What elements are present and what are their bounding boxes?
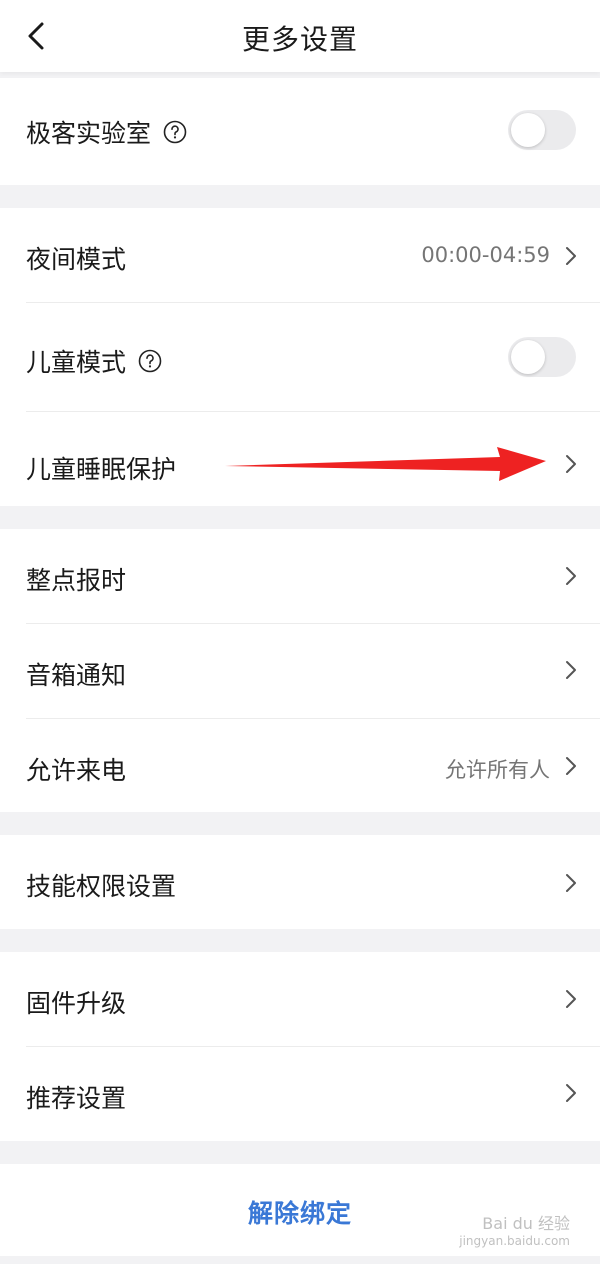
chevron-right-icon: [566, 567, 576, 585]
chevron-right-icon: [566, 757, 576, 775]
chevron-right-icon: [566, 455, 576, 473]
watermark-logo-text: Bai du 经验: [482, 1214, 570, 1233]
row-child-mode: 儿童模式: [0, 303, 600, 411]
child-mode-toggle[interactable]: [508, 337, 576, 377]
geek-lab-toggle[interactable]: [508, 110, 576, 150]
watermark-url: jingyan.baidu.com: [459, 1234, 570, 1248]
watermark: Bai du 经验 jingyan.baidu.com: [459, 1210, 570, 1248]
row-label: 允许来电: [26, 756, 127, 785]
row-label: 音箱通知: [26, 661, 127, 690]
row-label-wrap: 极客实验室: [26, 114, 187, 150]
row-recommend-settings[interactable]: 推荐设置: [0, 1047, 600, 1141]
card-geek-lab: 极客实验室: [0, 78, 600, 185]
help-icon[interactable]: [163, 120, 187, 144]
row-child-sleep[interactable]: 儿童睡眠保护: [0, 412, 600, 506]
toggle-knob: [511, 340, 545, 374]
top-bar: 更多设置: [0, 0, 600, 72]
row-label: 整点报时: [26, 566, 127, 595]
row-night-mode[interactable]: 夜间模式 00:00-04:59: [0, 208, 600, 303]
page-title: 更多设置: [241, 23, 358, 56]
row-label: 推荐设置: [26, 1084, 127, 1113]
row-speaker-notify[interactable]: 音箱通知: [0, 624, 600, 718]
row-geek-lab: 极客实验室: [0, 78, 600, 185]
allow-calls-value: 允许所有人: [445, 758, 550, 782]
card-notifications: 整点报时 音箱通知 允许来电 允许所有人: [0, 529, 600, 812]
chevron-right-icon: [566, 874, 576, 892]
row-label: 技能权限设置: [26, 872, 177, 901]
row-label-wrap: 儿童模式: [26, 343, 162, 379]
card-system: 固件升级 推荐设置: [0, 952, 600, 1141]
row-label: 夜间模式: [26, 245, 127, 274]
row-allow-calls[interactable]: 允许来电 允许所有人: [0, 719, 600, 812]
row-label: 儿童睡眠保护: [26, 455, 177, 484]
card-skills: 技能权限设置: [0, 835, 600, 929]
row-firmware-upgrade[interactable]: 固件升级: [0, 952, 600, 1046]
help-icon[interactable]: [138, 349, 162, 373]
row-label: 儿童模式: [26, 348, 127, 377]
row-hourly-chime[interactable]: 整点报时: [0, 529, 600, 623]
chevron-right-icon: [566, 247, 576, 265]
chevron-right-icon: [566, 661, 576, 679]
toggle-knob: [511, 113, 545, 147]
row-label: 固件升级: [26, 989, 127, 1018]
chevron-right-icon: [566, 990, 576, 1008]
row-skill-permissions[interactable]: 技能权限设置: [0, 835, 600, 929]
card-night-child: 夜间模式 00:00-04:59 儿童模式 儿童睡眠保护: [0, 208, 600, 506]
chevron-right-icon: [566, 1084, 576, 1102]
row-label: 极客实验室: [26, 119, 152, 148]
night-mode-value: 00:00-04:59: [421, 243, 550, 267]
